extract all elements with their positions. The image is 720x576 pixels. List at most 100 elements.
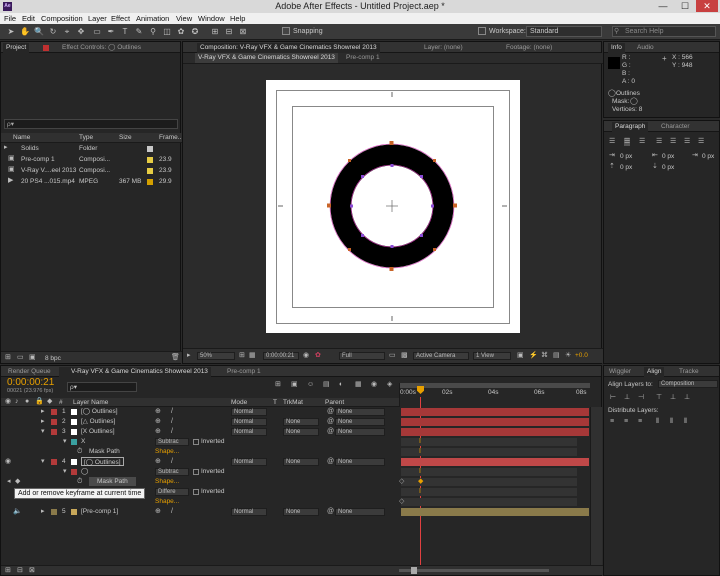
align-center-icon[interactable]: ☰ bbox=[624, 138, 631, 146]
time-ruler[interactable]: 0:00s 02s 04s 06s 08s bbox=[399, 383, 590, 407]
col-trkmat[interactable]: TrkMat bbox=[283, 398, 303, 407]
trkmat-dropdown[interactable]: None bbox=[283, 458, 319, 466]
table-row[interactable]: ▾ 3 [X Outlines] ⊕ / Normal None @ None bbox=[1, 427, 589, 437]
table-row[interactable]: ▾ ◯ Subtrac Inverted I bbox=[1, 467, 589, 477]
layer-duration-bar[interactable] bbox=[401, 508, 589, 516]
layer-name[interactable]: [Pre-comp 1] bbox=[81, 507, 118, 516]
quality-switch-icon[interactable]: / bbox=[171, 408, 173, 416]
distribute-hcenter-icon[interactable]: ⫴ bbox=[670, 418, 673, 426]
keyframe-icon[interactable]: I bbox=[419, 448, 421, 456]
tab-wiggler[interactable]: Wiggler bbox=[606, 367, 634, 377]
list-item[interactable]: ▣ V-Ray V....eel 2013 Composi... 23.9 bbox=[1, 166, 182, 176]
col-t[interactable]: T bbox=[273, 398, 277, 407]
stopwatch-icon[interactable]: ⏱ bbox=[77, 478, 82, 486]
align-vcenter-icon[interactable]: ⊥ bbox=[670, 394, 676, 402]
justify-center-icon[interactable]: ☰ bbox=[670, 138, 676, 146]
mode-dropdown[interactable]: Normal bbox=[231, 458, 267, 466]
tab-audio[interactable]: Audio bbox=[634, 43, 657, 53]
shy-switch-icon[interactable]: ⊕ bbox=[155, 508, 161, 516]
align-top-edges-icon[interactable]: ⊤ bbox=[656, 394, 662, 402]
col-layer-name[interactable]: Layer Name bbox=[73, 398, 108, 407]
zoom-dropdown[interactable]: 50% bbox=[197, 352, 235, 360]
trkmat-dropdown[interactable]: None bbox=[283, 418, 319, 426]
playhead-handle[interactable] bbox=[417, 386, 424, 394]
tab-timeline-precomp[interactable]: Pre-comp 1 bbox=[215, 367, 264, 377]
shy-switch-icon[interactable]: ⊕ bbox=[155, 458, 161, 466]
grid-icon[interactable]: ▦ bbox=[249, 352, 256, 360]
quality-switch-icon[interactable]: / bbox=[171, 508, 173, 516]
mask-mode-dropdown[interactable]: Subtrac bbox=[155, 468, 189, 476]
quality-switch-icon[interactable]: / bbox=[171, 428, 173, 436]
keyframe-diamond-icon[interactable]: ◇ bbox=[399, 498, 404, 506]
safe-margins-icon[interactable]: ⊞ bbox=[239, 352, 245, 360]
new-comp-icon[interactable]: ▣ bbox=[29, 354, 36, 362]
breadcrumb-comp[interactable]: V-Ray VFX & Game Cinematics Showreel 201… bbox=[195, 53, 338, 63]
close-button[interactable]: ✕ bbox=[696, 0, 718, 12]
rotate-tool-icon[interactable]: ↻ bbox=[48, 27, 58, 37]
roto-brush-icon[interactable]: ✿ bbox=[176, 27, 186, 37]
trkmat-dropdown[interactable]: None bbox=[283, 508, 319, 516]
mode-dropdown[interactable]: Normal bbox=[231, 508, 267, 516]
menu-view[interactable]: View bbox=[176, 14, 192, 23]
tab-character[interactable]: Character bbox=[658, 122, 693, 132]
menu-effect[interactable]: Effect bbox=[111, 14, 130, 23]
tab-composition[interactable]: Composition: V-Ray VFX & Game Cinematics… bbox=[197, 43, 380, 53]
search-help-input[interactable]: Search Help bbox=[612, 26, 716, 37]
keyframe-icon[interactable]: I bbox=[419, 488, 421, 496]
col-name[interactable]: Name bbox=[13, 133, 30, 142]
align-target-dropdown[interactable]: Composition bbox=[658, 380, 718, 388]
layer-name[interactable]: [△ Outlines] bbox=[81, 417, 115, 426]
tab-align[interactable]: Align bbox=[644, 367, 665, 377]
graph-editor-icon[interactable]: ◈ bbox=[387, 381, 392, 389]
bpc-label[interactable]: 8 bpc bbox=[45, 354, 61, 363]
toggle-pixel-icon[interactable]: ▣ bbox=[517, 352, 524, 360]
reset-exposure-icon[interactable]: ☀ bbox=[565, 352, 571, 360]
camera-tool-icon[interactable]: ⌖ bbox=[62, 27, 72, 37]
menu-window[interactable]: Window bbox=[198, 14, 225, 23]
justify-all-icon[interactable]: ☰ bbox=[698, 138, 704, 146]
label-color-swatch[interactable] bbox=[147, 146, 153, 152]
table-row[interactable]: ◂ ◆ ⏱ Mask Path Shape... ◇ ◆ bbox=[1, 477, 589, 487]
delete-icon[interactable]: 🗑 bbox=[171, 354, 180, 362]
pan-behind-tool-icon[interactable]: ✥ bbox=[76, 27, 86, 37]
distribute-left-icon[interactable]: ⫴ bbox=[656, 418, 659, 426]
inverted-checkbox[interactable] bbox=[193, 439, 199, 445]
channel-icon[interactable]: ✿ bbox=[315, 352, 321, 360]
snapping-checkbox[interactable] bbox=[282, 27, 290, 35]
menu-animation[interactable]: Animation bbox=[136, 14, 169, 23]
label-color-swatch[interactable] bbox=[51, 429, 57, 435]
menu-composition[interactable]: Composition bbox=[41, 14, 83, 23]
tab-info[interactable]: Info bbox=[608, 43, 625, 53]
align-right-icon[interactable]: ☰ bbox=[639, 138, 645, 146]
snapshot-icon[interactable]: ◉ bbox=[303, 352, 309, 360]
auto-keyframe-icon[interactable]: ◉ bbox=[371, 381, 377, 389]
view-axis-icon[interactable]: ⊠ bbox=[238, 27, 248, 37]
visibility-eye-icon[interactable]: ◉ bbox=[5, 458, 11, 466]
distribute-bottom-icon[interactable]: ≡ bbox=[638, 418, 642, 426]
layer-duration-bar[interactable] bbox=[401, 458, 589, 466]
keyframe-diamond-icon[interactable]: ◆ bbox=[418, 478, 423, 486]
pick-whip-icon[interactable]: @ bbox=[327, 418, 334, 426]
exposure-value[interactable]: +0.0 bbox=[575, 352, 588, 359]
flowchart-icon[interactable]: ⌘ bbox=[541, 352, 548, 360]
distribute-right-icon[interactable]: ⫴ bbox=[684, 418, 687, 426]
toggle-in-out-icon[interactable]: ⊠ bbox=[29, 567, 35, 575]
label-color-swatch[interactable] bbox=[51, 509, 57, 515]
label-color-swatch[interactable] bbox=[51, 459, 57, 465]
maximize-button[interactable]: ☐ bbox=[674, 0, 696, 12]
layer-duration-bar[interactable] bbox=[401, 428, 589, 436]
list-item[interactable]: ▶ 20 PS4 ...015.mp4 MPEG 367 MB 29.9 bbox=[1, 177, 182, 187]
camera-dropdown[interactable]: Active Camera bbox=[413, 352, 469, 360]
expand-arrow-icon[interactable]: ▸ bbox=[41, 408, 45, 416]
shape-value-link[interactable]: Shape... bbox=[155, 497, 179, 506]
distribute-top-icon[interactable]: ≡ bbox=[610, 418, 614, 426]
pick-whip-icon[interactable]: @ bbox=[327, 458, 334, 466]
shy-switch-icon[interactable]: ⊕ bbox=[155, 418, 161, 426]
zoom-slider-track[interactable] bbox=[399, 569, 549, 572]
align-left-edges-icon[interactable]: ⊢ bbox=[610, 394, 616, 402]
label-color-swatch[interactable] bbox=[51, 409, 57, 415]
stopwatch-icon[interactable]: ⏱ bbox=[77, 448, 82, 456]
parent-dropdown[interactable]: None bbox=[335, 458, 385, 466]
motion-blur-icon[interactable]: ◐ bbox=[339, 381, 343, 389]
expand-arrow-icon[interactable]: ▾ bbox=[41, 458, 45, 466]
